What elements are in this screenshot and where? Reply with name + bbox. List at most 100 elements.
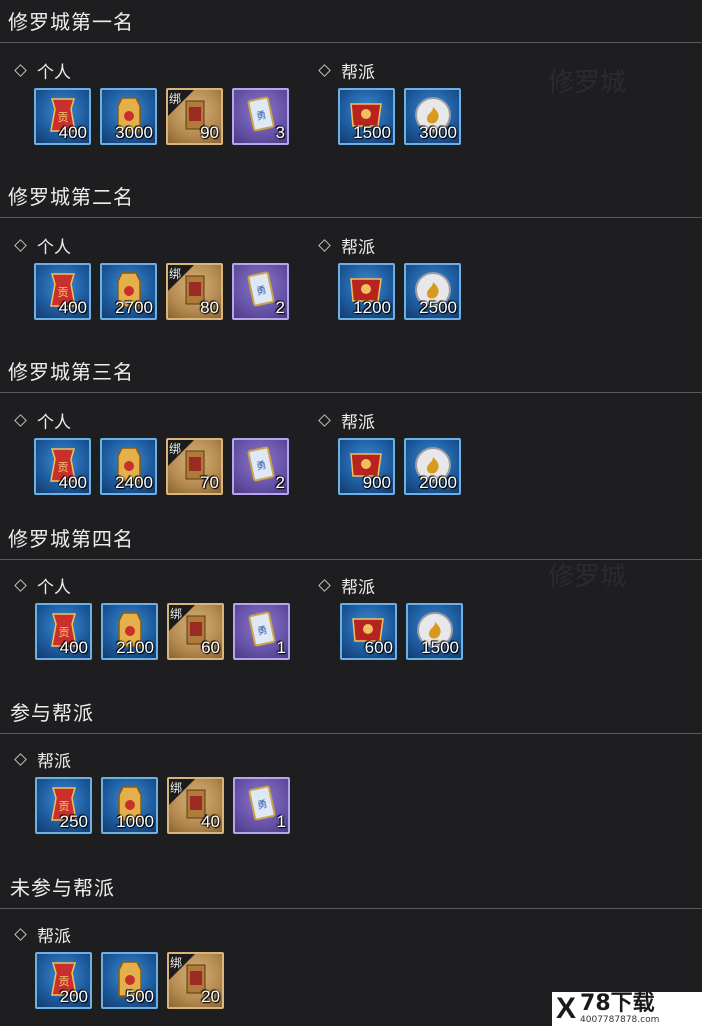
reward-item[interactable]: 贡 200 — [35, 952, 92, 1009]
group-header: 帮派 — [316, 573, 375, 598]
section-divider — [0, 908, 702, 909]
group-header: 个人 — [12, 408, 71, 433]
reward-item[interactable]: 3000 — [404, 88, 461, 145]
watermark-site: 4007787878.com — [580, 1015, 660, 1025]
item-quantity: 2 — [275, 298, 285, 317]
item-quantity: 500 — [125, 987, 154, 1006]
reward-item[interactable]: 1200 — [338, 263, 395, 320]
item-quantity: 200 — [59, 987, 88, 1006]
item-quantity: 600 — [364, 638, 393, 657]
reward-item[interactable]: 贡 400 — [35, 603, 92, 660]
section-divider — [0, 42, 702, 43]
reward-item[interactable]: 绑 80 — [166, 263, 223, 320]
diamond-bullet-icon — [318, 414, 331, 427]
reward-item[interactable]: 2000 — [404, 438, 461, 495]
section-title: 修罗城第二名 — [8, 185, 134, 209]
diamond-bullet-icon — [14, 414, 27, 427]
reward-item[interactable]: 贡 400 — [34, 263, 91, 320]
item-quantity: 2000 — [419, 473, 457, 492]
reward-item[interactable]: 勇 2 — [232, 438, 289, 495]
reward-item[interactable]: 贡 250 — [35, 777, 92, 834]
item-quantity: 3000 — [115, 123, 153, 142]
group-label: 帮派 — [341, 413, 375, 433]
item-quantity: 60 — [201, 638, 220, 657]
section-divider — [0, 217, 702, 218]
reward-item[interactable]: 2700 — [100, 263, 157, 320]
reward-item[interactable]: 2500 — [404, 263, 461, 320]
item-quantity: 3000 — [419, 123, 457, 142]
reward-item[interactable]: 2400 — [100, 438, 157, 495]
item-quantity: 400 — [59, 638, 88, 657]
group-label: 帮派 — [37, 752, 71, 772]
reward-item[interactable]: 绑 20 — [167, 952, 224, 1009]
reward-item[interactable]: 1500 — [406, 603, 463, 660]
group-label: 帮派 — [37, 927, 71, 947]
talisman-card-icon: 勇 — [246, 272, 275, 307]
section-divider — [0, 392, 702, 393]
item-quantity: 70 — [200, 473, 219, 492]
diamond-bullet-icon — [318, 579, 331, 592]
section-title: 未参与帮派 — [10, 876, 115, 900]
diamond-bullet-icon — [318, 64, 331, 77]
diamond-bullet-icon — [14, 753, 27, 766]
reward-item[interactable]: 1500 — [338, 88, 395, 145]
group-label: 个人 — [37, 238, 71, 258]
reward-section-rank-1: 修罗城第一名 个人 贡 400 3000 绑 90 勇 3 帮派 1500 30… — [0, 0, 702, 175]
reward-item[interactable]: 3000 — [100, 88, 157, 145]
group-label: 个人 — [37, 413, 71, 433]
reward-section-rank-2: 修罗城第二名 个人 贡 400 2700 绑 80 勇 2 帮派 1200 25… — [0, 175, 702, 350]
reward-item[interactable]: 1000 — [101, 777, 158, 834]
group-label: 帮派 — [341, 238, 375, 258]
group-header: 帮派 — [12, 747, 71, 772]
reward-item[interactable]: 900 — [338, 438, 395, 495]
group-label: 帮派 — [341, 63, 375, 83]
item-quantity: 400 — [58, 123, 87, 142]
diamond-bullet-icon — [14, 928, 27, 941]
item-quantity: 2400 — [115, 473, 153, 492]
watermark-x-logo-icon: X — [556, 992, 577, 1025]
reward-item[interactable]: 勇 1 — [233, 603, 290, 660]
diamond-bullet-icon — [318, 239, 331, 252]
item-quantity: 1000 — [116, 812, 154, 831]
group-header: 帮派 — [316, 408, 375, 433]
item-quantity: 250 — [59, 812, 88, 831]
item-quantity: 900 — [362, 473, 391, 492]
reward-item[interactable]: 绑 60 — [167, 603, 224, 660]
reward-item[interactable]: 勇 1 — [233, 777, 290, 834]
item-quantity: 1500 — [353, 123, 391, 142]
reward-section-participating-guild: 参与帮派 帮派 贡 250 1000 绑 40 勇 1 — [0, 691, 702, 866]
reward-item[interactable]: 勇 3 — [232, 88, 289, 145]
group-label: 个人 — [37, 578, 71, 598]
reward-item[interactable]: 绑 70 — [166, 438, 223, 495]
diamond-bullet-icon — [14, 579, 27, 592]
group-header: 帮派 — [12, 922, 71, 947]
item-quantity: 2100 — [116, 638, 154, 657]
site-watermark: X 78下载 4007787878.com — [552, 992, 702, 1026]
reward-item[interactable]: 绑 90 — [166, 88, 223, 145]
talisman-card-icon: 勇 — [246, 447, 275, 482]
reward-item[interactable]: 绑 40 — [167, 777, 224, 834]
section-title: 参与帮派 — [10, 701, 94, 725]
item-quantity: 20 — [201, 987, 220, 1006]
reward-item[interactable]: 贡 400 — [34, 438, 91, 495]
reward-item[interactable]: 600 — [340, 603, 397, 660]
item-quantity: 40 — [201, 812, 220, 831]
reward-item[interactable]: 勇 2 — [232, 263, 289, 320]
item-quantity: 90 — [200, 123, 219, 142]
section-title: 修罗城第三名 — [8, 360, 134, 384]
reward-item[interactable]: 500 — [101, 952, 158, 1009]
item-quantity: 1 — [276, 812, 286, 831]
reward-item[interactable]: 2100 — [101, 603, 158, 660]
group-header: 个人 — [12, 58, 71, 83]
reward-section-rank-3: 修罗城第三名 个人 贡 400 2400 绑 70 勇 2 帮派 900 200… — [0, 350, 702, 525]
diamond-bullet-icon — [14, 64, 27, 77]
group-header: 帮派 — [316, 58, 375, 83]
section-title: 修罗城第四名 — [8, 527, 134, 551]
reward-item[interactable]: 贡 400 — [34, 88, 91, 145]
item-quantity: 400 — [58, 298, 87, 317]
group-header: 帮派 — [316, 233, 375, 258]
item-quantity: 1500 — [421, 638, 459, 657]
reward-section-rank-4: 修罗城第四名 个人 贡 400 2100 绑 60 勇 1 帮派 600 150… — [0, 517, 702, 692]
talisman-card-icon: 勇 — [247, 612, 276, 647]
item-quantity: 1200 — [353, 298, 391, 317]
